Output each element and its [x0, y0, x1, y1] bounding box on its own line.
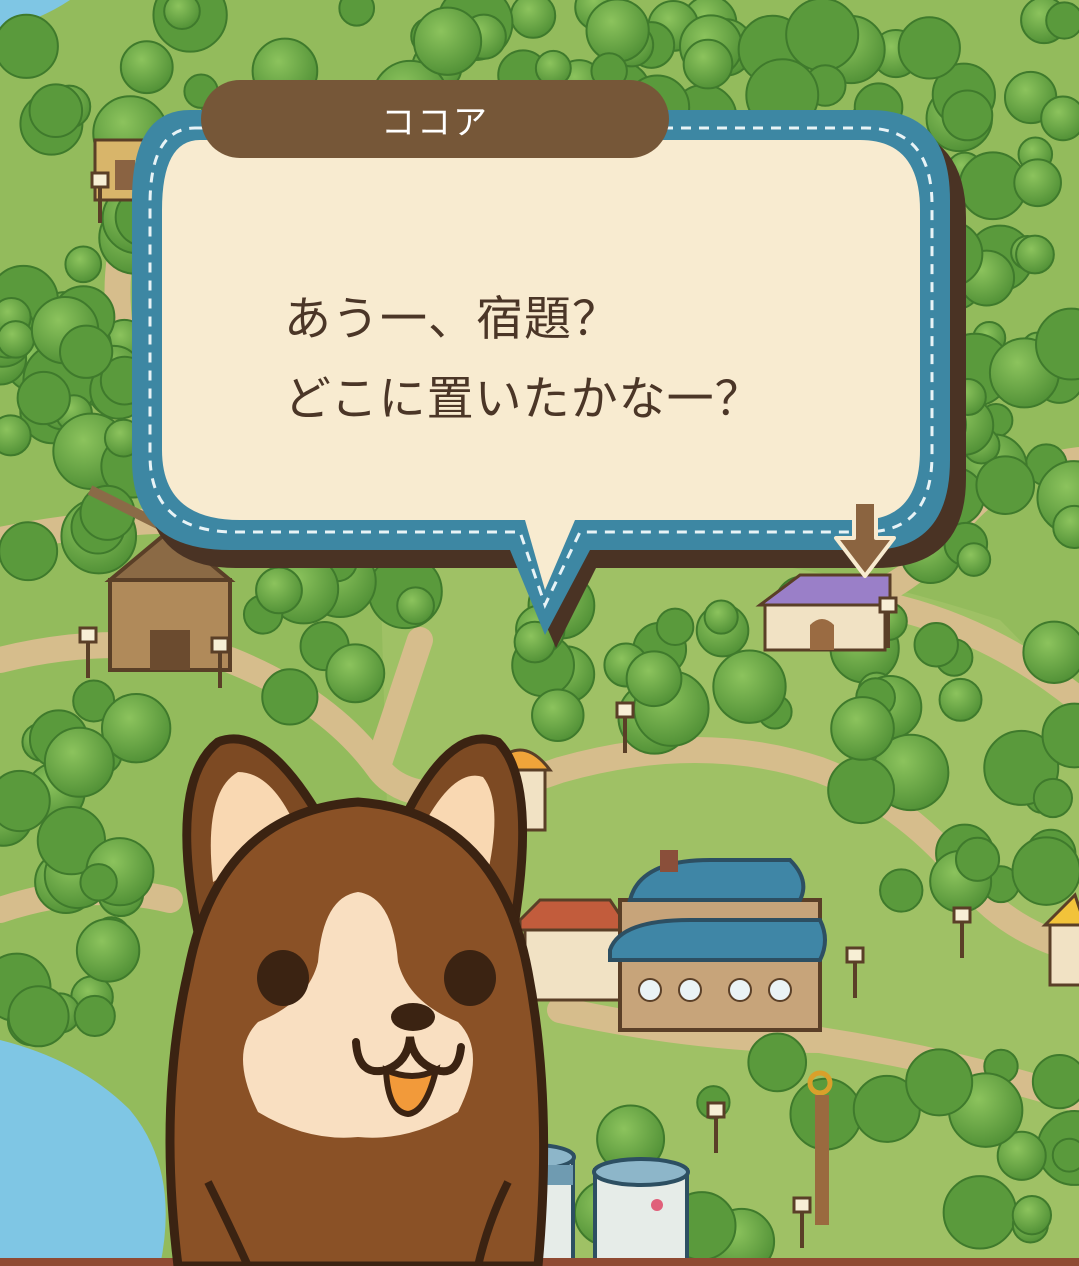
- next-arrow-icon[interactable]: [832, 498, 898, 580]
- speaker-name-plate: ココア: [201, 80, 669, 158]
- brown-dog-character: [165, 734, 549, 1266]
- dialog-line-2: どこに置いたかな一？: [284, 372, 763, 427]
- dialog-text: あう一、宿題？ どこに置いたかな一？: [284, 280, 904, 440]
- dialog-line-1: あう一、宿題？: [284, 292, 620, 347]
